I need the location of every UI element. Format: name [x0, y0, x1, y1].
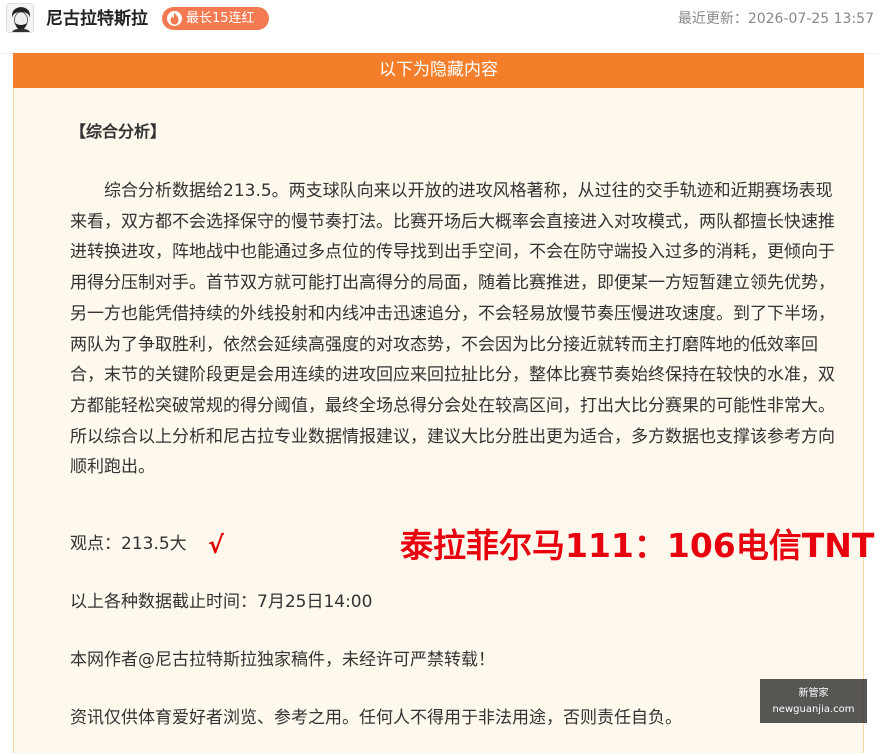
watermark-logo-text: 新管家 — [798, 688, 829, 699]
streak-badge: 最长15连红 — [162, 7, 269, 30]
post-header: 尼古拉特斯拉 最长15连红 最近更新：2026-07-25 13:57 — [0, 0, 878, 54]
viewpoint-text: 观点：213.5大 — [70, 534, 187, 554]
fire-icon — [167, 11, 182, 26]
analysis-paragraph: 综合分析数据给213.5。两支球队向来以开放的进攻风格著称，从过往的交手轨迹和近… — [70, 181, 835, 478]
avatar-portrait-icon — [7, 4, 33, 32]
hidden-content-banner: 以下为隐藏内容 — [13, 53, 864, 88]
author-name[interactable]: 尼古拉特斯拉 — [46, 8, 148, 30]
streak-badge-label: 最长15连红 — [186, 11, 255, 26]
section-title: 【综合分析】 — [70, 122, 167, 141]
match-result: 泰拉菲尔马111：106电信TNT — [400, 526, 875, 565]
author-avatar[interactable] — [6, 3, 34, 33]
copyright-notice: 本网作者@尼古拉特斯拉独家稿件，未经许可严禁转载！ — [70, 650, 495, 670]
disclaimer-text: 资讯仅供体育爱好者浏览、参考之用。任何人不得用于非法用途，否则责任自负。 — [70, 708, 682, 728]
check-mark-icon: √ — [208, 531, 225, 559]
last-updated: 最近更新：2026-07-25 13:57 — [677, 11, 874, 27]
data-cutoff-text: 以上各种数据截止时间：7月25日14:00 — [70, 592, 373, 612]
site-watermark: 新管家 newguanjia.com — [760, 679, 867, 723]
watermark-url: newguanjia.com — [772, 704, 855, 715]
